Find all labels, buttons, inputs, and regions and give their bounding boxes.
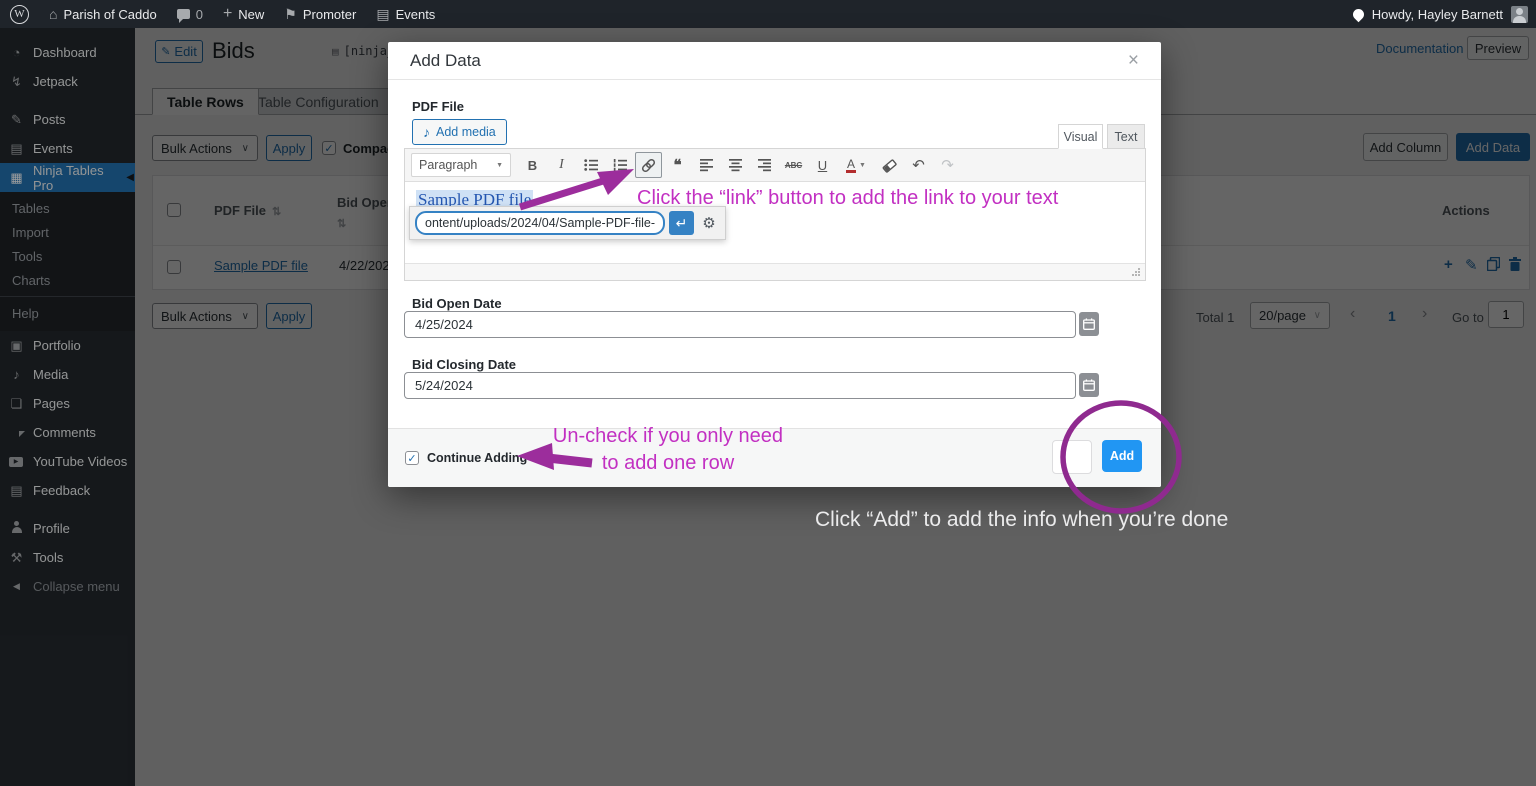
comment-count: 0 <box>196 7 203 22</box>
check-icon: ✓ <box>407 452 416 465</box>
bid-closing-date-input[interactable] <box>404 372 1076 399</box>
plus-icon: + <box>223 6 232 22</box>
dropdown-arrow-icon: ▼ <box>496 162 503 169</box>
link-settings-button[interactable]: ⚙ <box>698 211 720 235</box>
bullet-list-button[interactable] <box>577 152 604 178</box>
tab-text[interactable]: Text <box>1107 124 1145 149</box>
align-right-icon <box>758 158 772 172</box>
link-url-input[interactable] <box>415 211 665 235</box>
close-button[interactable] <box>1052 440 1092 474</box>
editor-toolbar: Paragraph ▼ B I ❝ <box>405 149 1145 182</box>
events-icon: ▤ <box>376 7 389 21</box>
link-button[interactable] <box>635 152 662 178</box>
media-icon: ♪ <box>423 124 430 140</box>
paragraph-label: Paragraph <box>419 158 477 172</box>
calendar-icon <box>1083 379 1095 391</box>
howdy-label[interactable]: Howdy, Hayley Barnett <box>1372 7 1503 22</box>
align-left-icon <box>700 158 714 172</box>
enter-icon: ↵ <box>676 215 688 232</box>
tab-visual[interactable]: Visual <box>1058 124 1103 149</box>
eraser-icon <box>882 158 897 173</box>
pdf-file-label: PDF File <box>412 99 464 114</box>
wordpress-logo-icon: W <box>10 5 29 24</box>
bid-open-date-input[interactable] <box>404 311 1076 338</box>
gear-icon: ⚙ <box>702 214 715 232</box>
bullet-list-icon <box>584 158 598 172</box>
inline-link-popup: ↵ ⚙ <box>409 206 726 240</box>
site-name-menu[interactable]: ⌂ Parish of Caddo <box>39 0 167 28</box>
bid-open-date-label: Bid Open Date <box>412 296 502 311</box>
bid-open-calendar-button[interactable] <box>1079 312 1099 336</box>
numbered-list-icon <box>613 158 627 172</box>
align-right-button[interactable] <box>751 152 778 178</box>
continue-adding-checkbox[interactable]: ✓ <box>405 451 419 465</box>
apply-link-button[interactable]: ↵ <box>669 211 694 235</box>
align-left-button[interactable] <box>693 152 720 178</box>
calendar-icon <box>1083 318 1095 330</box>
editor: Paragraph ▼ B I ❝ <box>404 148 1146 281</box>
strikethrough-button[interactable]: ABC <box>780 152 807 178</box>
bid-closing-date-label: Bid Closing Date <box>412 357 516 372</box>
text-color-a: A <box>846 158 856 173</box>
notification-icon[interactable] <box>1350 6 1366 22</box>
align-center-button[interactable] <box>722 152 749 178</box>
comments-menu[interactable]: 0 <box>167 0 213 28</box>
undo-button[interactable]: ↶ <box>905 152 932 178</box>
resize-grip-icon[interactable] <box>1131 267 1141 277</box>
editor-status-bar <box>405 263 1145 280</box>
events-label: Events <box>396 7 436 22</box>
new-menu[interactable]: + New <box>213 0 274 28</box>
promoter-menu[interactable]: ⚑ Promoter <box>274 0 366 28</box>
modal-title: Add Data <box>410 51 481 71</box>
avatar[interactable] <box>1511 6 1528 23</box>
admin-bar: W ⌂ Parish of Caddo 0 + New ⚑ Promoter ▤… <box>0 0 1536 28</box>
site-name: Parish of Caddo <box>63 7 156 22</box>
flag-icon: ⚑ <box>284 7 297 21</box>
link-icon <box>641 158 656 173</box>
screen: W ⌂ Parish of Caddo 0 + New ⚑ Promoter ▤… <box>0 0 1536 786</box>
align-center-icon <box>729 158 743 172</box>
clear-formatting-button[interactable] <box>876 152 903 178</box>
add-media-button[interactable]: ♪ Add media <box>412 119 507 145</box>
modal-add-button[interactable]: Add <box>1102 440 1142 472</box>
dropdown-arrow-icon: ▼ <box>859 162 866 169</box>
continue-adding-label: Continue Adding <box>427 451 527 465</box>
wp-logo-menu[interactable]: W <box>0 0 39 28</box>
add-media-label: Add media <box>436 125 496 139</box>
underline-button[interactable]: U <box>809 152 836 178</box>
new-label: New <box>238 7 264 22</box>
bid-closing-calendar-button[interactable] <box>1079 373 1099 397</box>
modal-overlay-sidebar <box>0 28 135 786</box>
text-color-button[interactable]: A ▼ <box>838 152 874 178</box>
add-data-modal: Add Data × PDF File ♪ Add media Visual T… <box>388 42 1161 487</box>
close-icon[interactable]: × <box>1128 50 1139 72</box>
bold-button[interactable]: B <box>519 152 546 178</box>
promoter-label: Promoter <box>303 7 356 22</box>
paragraph-dropdown[interactable]: Paragraph ▼ <box>411 153 511 177</box>
home-icon: ⌂ <box>49 7 57 21</box>
redo-button[interactable]: ↷ <box>934 152 961 178</box>
modal-header: Add Data × <box>388 42 1161 80</box>
events-menu[interactable]: ▤ Events <box>366 0 445 28</box>
italic-button[interactable]: I <box>548 152 575 178</box>
comment-bubble-icon <box>177 9 190 19</box>
blockquote-button[interactable]: ❝ <box>664 152 691 178</box>
modal-footer: ✓ Continue Adding <box>388 428 1161 487</box>
numbered-list-button[interactable] <box>606 152 633 178</box>
